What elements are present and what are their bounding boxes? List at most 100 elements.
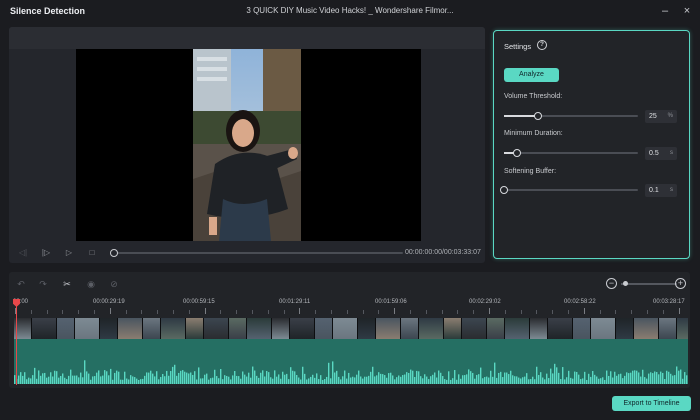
cut-icon[interactable]: ✂ [61,278,73,290]
waveform-bar [226,375,228,384]
minimize-button[interactable]: – [658,4,672,18]
play-from-start-icon[interactable]: |▷ [40,247,52,259]
waveform-bar [156,371,158,384]
zoom-slider-knob[interactable] [622,281,628,286]
waveform-bar [374,376,376,384]
audio-track[interactable] [14,339,688,384]
waveform-bar [360,376,362,384]
waveform-bar [670,373,672,384]
waveform-bar [326,376,328,384]
waveform-bar [456,379,458,384]
volume-threshold-slider[interactable] [504,112,638,120]
waveform-bar [516,376,518,384]
waveform-bar [558,372,560,384]
preview-header [9,27,485,49]
waveform-bar [72,375,74,384]
softening-buffer-input[interactable]: 0.1 s [645,184,677,197]
waveform-bar [606,370,608,384]
ruler-tick [189,310,190,314]
minimum-duration-knob[interactable] [513,149,522,157]
waveform-bar [70,369,72,384]
ruler-tick [284,310,285,314]
waveform-bar [96,372,98,384]
waveform-bar [338,376,340,384]
ruler-tick [299,308,300,314]
waveform-bar [410,369,412,384]
waveform-bar [522,377,524,384]
ruler-tick [489,308,490,314]
ruler-tick [473,310,474,314]
clip-thumbnail [143,318,161,339]
ruler-tick [62,310,63,314]
eye-icon[interactable]: ◉ [85,278,97,290]
waveform-bar [268,372,270,384]
clip-thumbnail [229,318,247,339]
waveform-bar [306,379,308,384]
clip-thumbnail [272,318,290,339]
volume-threshold-input[interactable]: 25 % [645,110,677,123]
zoom-in-button[interactable]: + [675,278,686,289]
ruler-tick [394,308,395,314]
waveform-bar [492,376,494,384]
waveform-bar [118,371,120,384]
waveform-bar [52,376,54,384]
waveform-bar [508,374,510,384]
redo-icon[interactable]: ↷ [37,278,49,290]
video-track[interactable] [14,318,688,339]
waveform-bar [578,374,580,384]
ruler-tick [205,308,206,314]
ruler-label: 00:00:59:15 [183,299,215,305]
softening-buffer-knob[interactable] [500,186,508,194]
ruler-tick [363,310,364,314]
waveform-bar [134,377,136,384]
waveform-bar [586,379,588,384]
waveform-bar [124,371,126,384]
stop-icon[interactable]: □ [86,247,98,259]
waveform-bar [50,372,52,384]
waveform-bar [592,370,594,384]
ruler-tick [584,308,585,314]
softening-buffer-slider[interactable] [500,186,638,194]
export-to-timeline-button[interactable]: Export to Timeline [612,396,691,411]
analyze-button[interactable]: Analyze [504,68,559,82]
audio-waveform [14,360,688,384]
close-button[interactable]: × [680,4,694,18]
waveform-bar [646,378,648,384]
ruler-label: 00:03:28:17 [653,299,685,305]
playhead[interactable] [16,305,17,385]
ruler-tick [252,310,253,314]
waveform-bar [528,379,530,384]
waveform-bar [218,378,220,384]
minimum-duration-input[interactable]: 0.5 s [645,147,677,160]
video-preview[interactable] [76,49,421,241]
waveform-bar [576,371,578,384]
waveform-bar [262,370,264,384]
waveform-bar [664,379,666,384]
playback-progress-knob[interactable] [110,249,118,257]
help-icon[interactable]: ? [537,40,547,50]
eye-off-icon[interactable]: ⊘ [108,278,120,290]
waveform-bar [38,370,40,384]
waveform-bar [644,377,646,384]
waveform-bar [154,376,156,384]
waveform-bar [356,374,358,384]
waveform-bar [464,375,466,384]
zoom-out-button[interactable]: − [606,278,617,289]
play-icon[interactable]: ▷ [63,247,75,259]
prev-frame-icon[interactable]: ◁| [17,247,29,259]
ruler-tick [536,310,537,314]
waveform-bar [280,378,282,384]
minimum-duration-slider[interactable] [504,149,638,157]
waveform-bar [54,370,56,384]
waveform-bar [322,379,324,384]
waveform-bar [278,374,280,384]
time-ruler[interactable]: 00:00 00:00:29:19 00:00:59:15 00:01:29:11 00… [13,298,689,316]
waveform-bar [290,367,292,384]
undo-icon[interactable]: ↶ [15,278,27,290]
volume-threshold-knob[interactable] [533,112,542,120]
zoom-slider[interactable] [621,281,677,286]
waveform-bar [284,374,286,384]
waveform-bar [184,371,186,384]
waveform-bar [148,372,150,384]
playback-progress[interactable] [110,249,403,257]
